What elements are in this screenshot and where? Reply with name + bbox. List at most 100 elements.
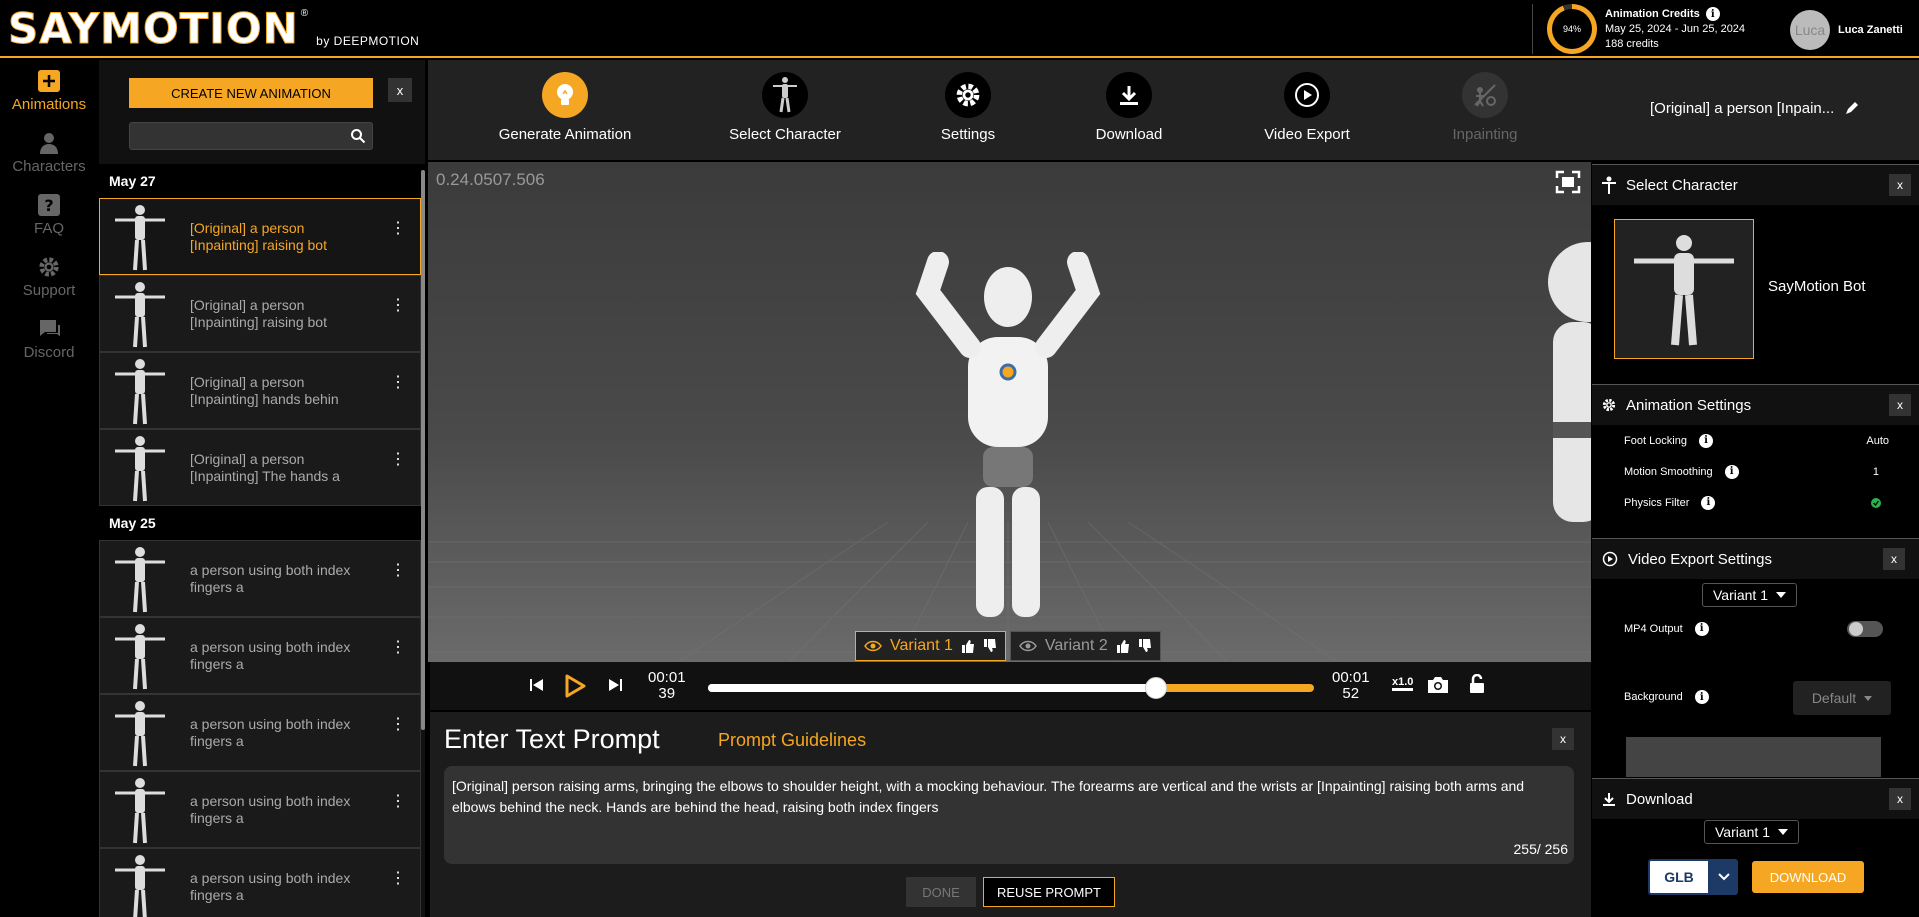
animation-settings-close-button[interactable]: x (1889, 394, 1911, 416)
settings-button[interactable]: Settings (888, 72, 1048, 143)
motion-smoothing-label: Motion Smoothing (1624, 465, 1713, 478)
info-icon[interactable]: i (1694, 621, 1709, 636)
info-icon[interactable]: i (1698, 433, 1713, 448)
thumbs-up-icon[interactable] (1116, 639, 1130, 653)
animation-thumbnail (100, 618, 180, 693)
more-options-icon[interactable]: ⋮ (390, 375, 406, 391)
inpainting-label: Inpainting (1452, 126, 1518, 143)
avatar[interactable]: Luca (1790, 10, 1830, 50)
prompt-textarea[interactable]: [Original] person raising arms, bringing… (444, 766, 1574, 864)
skip-back-icon[interactable] (530, 678, 544, 692)
search-icon[interactable] (350, 128, 366, 144)
tab-variant-1[interactable]: Variant 1 (855, 631, 1006, 661)
download-submit-button[interactable]: DOWNLOAD (1752, 861, 1864, 893)
fullscreen-icon[interactable] (1555, 170, 1581, 194)
more-options-icon[interactable]: ⋮ (390, 640, 406, 656)
list-item[interactable]: a person using both index fingers a ⋮ (99, 617, 421, 694)
nav-discord[interactable]: Discord (0, 308, 98, 370)
list-item[interactable]: [Original] a person [Inpainting] raising… (99, 198, 421, 275)
nav-faq[interactable]: ? FAQ (0, 184, 98, 246)
reuse-prompt-button[interactable]: REUSE PROMPT (983, 877, 1115, 907)
3d-viewport[interactable]: 0.24.0507.506 (428, 162, 1591, 662)
list-item[interactable]: [Original] a person [Inpainting] hands b… (99, 352, 421, 429)
prompt-guidelines-link[interactable]: Prompt Guidelines (718, 730, 866, 751)
ghost-character-partial (1548, 242, 1591, 522)
camera-icon[interactable] (1427, 676, 1449, 694)
video-export-label: Video Export (1264, 126, 1350, 143)
generate-animation-button[interactable]: Generate Animation (485, 72, 645, 143)
list-scrollbar[interactable] (421, 170, 425, 730)
list-item[interactable]: a person using both index fingers a ⋮ (99, 694, 421, 771)
nav-animations[interactable]: Animations (0, 60, 98, 122)
mp4-output-toggle[interactable] (1847, 620, 1883, 637)
more-options-icon[interactable]: ⋮ (390, 298, 406, 314)
foot-locking-value[interactable]: Auto (1866, 435, 1889, 447)
list-item-label: [Original] a person [Inpainting] raising… (190, 296, 327, 330)
animation-list: May 27 [Original] a person [Inpainting] r… (99, 164, 425, 917)
check-icon[interactable] (1871, 497, 1881, 508)
download-close-button[interactable]: x (1889, 788, 1911, 810)
nav-characters[interactable]: Characters (0, 122, 98, 184)
more-options-icon[interactable]: ⋮ (390, 563, 406, 579)
animation-title-text: [Original] a person [Inpain... (1650, 100, 1835, 117)
version-label: 0.24.0507.506 (436, 170, 545, 189)
info-icon[interactable]: i (1701, 495, 1716, 510)
animation-thumbnail (100, 430, 180, 505)
create-new-animation-button[interactable]: CREATE NEW ANIMATION (129, 78, 373, 108)
info-icon[interactable]: i (1694, 690, 1709, 704)
list-item[interactable]: [Original] a person [Inpainting] The han… (99, 429, 421, 506)
info-icon[interactable]: i (1724, 464, 1739, 479)
thumbs-down-icon[interactable] (1138, 639, 1152, 653)
nav-support[interactable]: Support (0, 246, 98, 308)
user-menu[interactable]: Luca Luca Zanetti (1790, 10, 1903, 50)
done-button[interactable]: DONE (906, 877, 976, 907)
saymotion-logo[interactable]: SAYMOTION ® by DEEPMOTION (8, 4, 419, 54)
logo-text: SAYMOTION (8, 4, 299, 54)
more-options-icon[interactable]: ⋮ (390, 871, 406, 887)
download-variant-select[interactable]: Variant 1 (1704, 820, 1799, 844)
skip-forward-icon[interactable] (608, 678, 622, 692)
info-icon[interactable]: i (1705, 7, 1720, 21)
more-options-icon[interactable]: ⋮ (390, 794, 406, 810)
pencil-icon[interactable] (1844, 101, 1859, 116)
video-export-close-button[interactable]: x (1883, 548, 1905, 570)
download-icon (1106, 72, 1152, 118)
list-item[interactable]: a person using both index fingers a ⋮ (99, 540, 421, 617)
more-options-icon[interactable]: ⋮ (390, 452, 406, 468)
tab-variant-2[interactable]: Variant 2 (1009, 631, 1161, 661)
chevron-down-icon[interactable] (1710, 859, 1738, 895)
inpainting-button[interactable]: Inpainting (1405, 72, 1565, 143)
list-item[interactable]: a person using both index fingers a ⋮ (99, 848, 421, 917)
download-button[interactable]: Download (1049, 72, 1209, 143)
background-value: Default (1811, 690, 1857, 706)
thumbs-down-icon[interactable] (983, 639, 997, 653)
playback-speed[interactable]: x1.0 (1392, 676, 1414, 691)
motion-smoothing-value[interactable]: 1 (1873, 466, 1879, 478)
select-character-close-button[interactable]: x (1889, 174, 1911, 196)
timeline-handle[interactable] (1145, 677, 1168, 699)
thumbs-up-icon[interactable] (961, 639, 975, 653)
select-character-button[interactable]: Select Character (705, 72, 865, 143)
play-icon[interactable] (564, 674, 586, 698)
background-select[interactable]: Default (1793, 681, 1891, 715)
animation-title[interactable]: [Original] a person [Inpain... (1650, 100, 1859, 117)
list-item[interactable]: a person using both index fingers a ⋮ (99, 771, 421, 848)
lightbulb-icon (542, 72, 588, 118)
list-item[interactable]: [Original] a person [Inpainting] raising… (99, 275, 421, 352)
unlock-icon[interactable] (1468, 674, 1486, 694)
more-options-icon[interactable]: ⋮ (390, 221, 406, 237)
video-export-variant-select[interactable]: Variant 1 (1702, 583, 1797, 607)
date-header: May 25 (99, 506, 425, 540)
video-export-button[interactable]: Video Export (1227, 72, 1387, 143)
select-character-title: Select Character (1626, 176, 1738, 194)
format-select[interactable]: GLB (1648, 859, 1738, 895)
character-card[interactable] (1614, 219, 1754, 359)
more-options-icon[interactable]: ⋮ (390, 717, 406, 733)
search-input[interactable] (129, 122, 373, 150)
download-title: Download (1626, 790, 1693, 808)
list-close-button[interactable]: x (388, 78, 412, 102)
prompt-close-button[interactable]: x (1552, 728, 1574, 750)
timeline-slider[interactable] (708, 677, 1314, 699)
variant-1-label: Variant 1 (890, 637, 953, 654)
list-item-label: a person using both index fingers a (190, 561, 351, 595)
